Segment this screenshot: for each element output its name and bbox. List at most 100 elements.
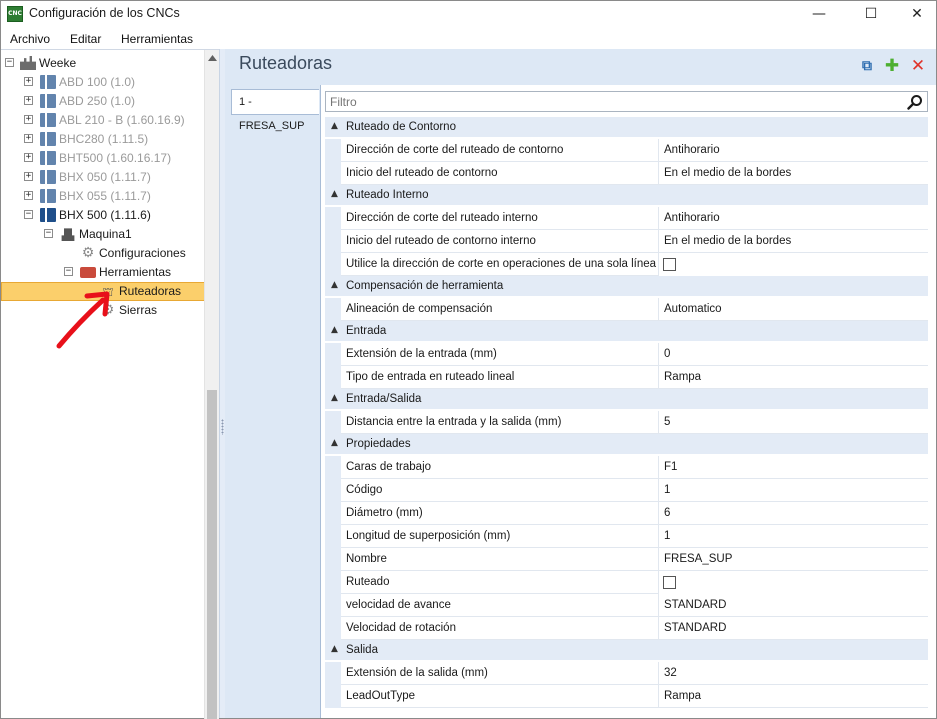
maximize-button[interactable]: ☐: [848, 1, 894, 27]
property-value[interactable]: Antihorario: [659, 139, 928, 162]
category-row[interactable]: ▲ Entrada/Salida: [325, 389, 928, 410]
property-value[interactable]: 1: [659, 525, 928, 548]
collapse-icon[interactable]: −: [64, 267, 73, 276]
property-row[interactable]: Dirección de corte del ruteado interno An…: [325, 207, 928, 230]
menu-archivo[interactable]: Archivo: [10, 32, 50, 46]
expand-icon[interactable]: +: [24, 172, 33, 181]
collapse-icon[interactable]: −: [24, 210, 33, 219]
property-checkbox[interactable]: [663, 258, 676, 271]
collapse-caret-icon[interactable]: ▲: [331, 121, 338, 131]
property-value[interactable]: En el medio de la bordes: [659, 162, 928, 185]
tree-node-machine[interactable]: + BHX 050 (1.11.7): [1, 168, 205, 187]
tree-node-machine[interactable]: + BHT500 (1.60.16.17): [1, 149, 205, 168]
expand-icon[interactable]: +: [24, 77, 33, 86]
toolbox-icon: [80, 267, 96, 278]
menu-herramientas[interactable]: Herramientas: [121, 32, 193, 46]
property-value[interactable]: Antihorario: [659, 207, 928, 230]
property-checkbox[interactable]: [663, 576, 676, 589]
property-value[interactable]: F1: [659, 456, 928, 479]
collapse-caret-icon[interactable]: ▲: [331, 644, 338, 654]
add-icon[interactable]: ✚: [883, 57, 901, 75]
tree-node-maquina1[interactable]: − Maquina1: [1, 225, 205, 244]
scroll-thumb[interactable]: [207, 390, 217, 719]
expand-icon[interactable]: +: [24, 153, 33, 162]
cnc-machine-icon: [40, 189, 56, 203]
property-row[interactable]: Extensión de la entrada (mm) 0: [325, 343, 928, 366]
collapse-caret-icon[interactable]: ▲: [331, 189, 338, 199]
property-row[interactable]: Alineación de compensación Automatico: [325, 298, 928, 321]
tree-node-machine[interactable]: + ABD 100 (1.0): [1, 73, 205, 92]
property-grid: ▲ Ruteado de Contorno Dirección de corte d…: [325, 117, 928, 718]
tree-node-herramientas[interactable]: − Herramientas: [1, 263, 205, 282]
property-value[interactable]: Rampa: [659, 685, 928, 708]
expand-icon[interactable]: +: [24, 191, 33, 200]
property-row[interactable]: Dirección de corte del ruteado de contor…: [325, 139, 928, 162]
collapse-caret-icon[interactable]: ▲: [331, 325, 338, 335]
property-value[interactable]: 6: [659, 502, 928, 525]
machine-tree: − Weeke + ABD 100 (1.0) + ABD 250 (1.0) + ABL…: [1, 49, 219, 719]
property-name: Inicio del ruteado de contorno: [341, 162, 659, 185]
property-row[interactable]: Tipo de entrada en ruteado lineal Rampa: [325, 366, 928, 389]
category-row[interactable]: ▲ Ruteado de Contorno: [325, 117, 928, 138]
search-icon[interactable]: [907, 94, 923, 110]
property-row[interactable]: Diámetro (mm) 6: [325, 502, 928, 525]
property-row[interactable]: Código 1: [325, 479, 928, 502]
property-row[interactable]: velocidad de avance STANDARD: [325, 594, 928, 617]
property-row[interactable]: Distancia entre la entrada y la salida (…: [325, 411, 928, 434]
property-value[interactable]: 0: [659, 343, 928, 366]
expand-icon[interactable]: +: [24, 115, 33, 124]
category-row[interactable]: ▲ Compensación de herramienta: [325, 276, 928, 297]
filter-input[interactable]: [330, 95, 890, 109]
tree-node-machine[interactable]: + BHX 055 (1.11.7): [1, 187, 205, 206]
property-row[interactable]: Inicio del ruteado de contorno En el medi…: [325, 162, 928, 185]
menu-editar[interactable]: Editar: [70, 32, 101, 46]
property-value[interactable]: STANDARD: [659, 617, 928, 640]
tree-node-machine[interactable]: + ABD 250 (1.0): [1, 92, 205, 111]
property-value[interactable]: 1: [659, 479, 928, 502]
property-row[interactable]: Extensión de la salida (mm) 32: [325, 662, 928, 685]
category-row[interactable]: ▲ Salida: [325, 640, 928, 661]
collapse-icon[interactable]: −: [5, 58, 14, 67]
property-row[interactable]: Caras de trabajo F1: [325, 456, 928, 479]
category-label: Ruteado de Contorno: [346, 121, 456, 133]
expand-icon[interactable]: +: [24, 134, 33, 143]
tree-node-machine[interactable]: + BHC280 (1.11.5): [1, 130, 205, 149]
tree-scrollbar[interactable]: [204, 50, 219, 719]
tree-node-weeke[interactable]: − Weeke: [1, 54, 205, 73]
property-value[interactable]: STANDARD: [659, 594, 928, 617]
property-value[interactable]: 32: [659, 662, 928, 685]
tab-fresa-sup[interactable]: 1 - FRESA_SUP: [231, 89, 319, 132]
delete-icon[interactable]: ✕: [909, 57, 927, 75]
splitter-grip-icon[interactable]: [221, 419, 224, 435]
collapse-icon[interactable]: −: [44, 229, 53, 238]
property-row[interactable]: Nombre FRESA_SUP: [325, 548, 928, 571]
property-value[interactable]: En el medio de la bordes: [659, 230, 928, 253]
close-button[interactable]: ✕: [894, 1, 937, 27]
property-value[interactable]: Rampa: [659, 366, 928, 389]
property-value[interactable]: Automatico: [659, 298, 928, 321]
property-row[interactable]: Inicio del ruteado de contorno interno En…: [325, 230, 928, 253]
tree-node-machine[interactable]: − BHX 500 (1.11.6): [1, 206, 205, 225]
collapse-caret-icon[interactable]: ▲: [331, 438, 338, 448]
expand-icon[interactable]: +: [24, 96, 33, 105]
category-row[interactable]: ▲ Entrada: [325, 321, 928, 342]
property-value[interactable]: 5: [659, 411, 928, 434]
scroll-up-icon[interactable]: [208, 55, 217, 61]
property-row[interactable]: Velocidad de rotación STANDARD: [325, 617, 928, 640]
property-row[interactable]: Ruteado: [325, 571, 928, 594]
property-row[interactable]: Utilice la dirección de corte en operaci…: [325, 253, 928, 276]
property-value[interactable]: FRESA_SUP: [659, 548, 928, 571]
collapse-caret-icon[interactable]: ▲: [331, 393, 338, 403]
filter-box[interactable]: [325, 91, 928, 112]
tree-node-machine[interactable]: + ABL 210 - B (1.60.16.9): [1, 111, 205, 130]
tree-node-configuraciones[interactable]: ⚙ Configuraciones: [1, 244, 205, 263]
cnc-machine-icon: [40, 208, 56, 222]
category-row[interactable]: ▲ Propiedades: [325, 434, 928, 455]
category-row[interactable]: ▲ Ruteado Interno: [325, 185, 928, 206]
collapse-caret-icon[interactable]: ▲: [331, 280, 338, 290]
copy-icon[interactable]: ⧉: [858, 57, 876, 75]
minimize-button[interactable]: —: [796, 1, 842, 27]
property-name: Alineación de compensación: [341, 298, 659, 321]
property-row[interactable]: Longitud de superposición (mm) 1: [325, 525, 928, 548]
property-row[interactable]: LeadOutType Rampa: [325, 685, 928, 708]
